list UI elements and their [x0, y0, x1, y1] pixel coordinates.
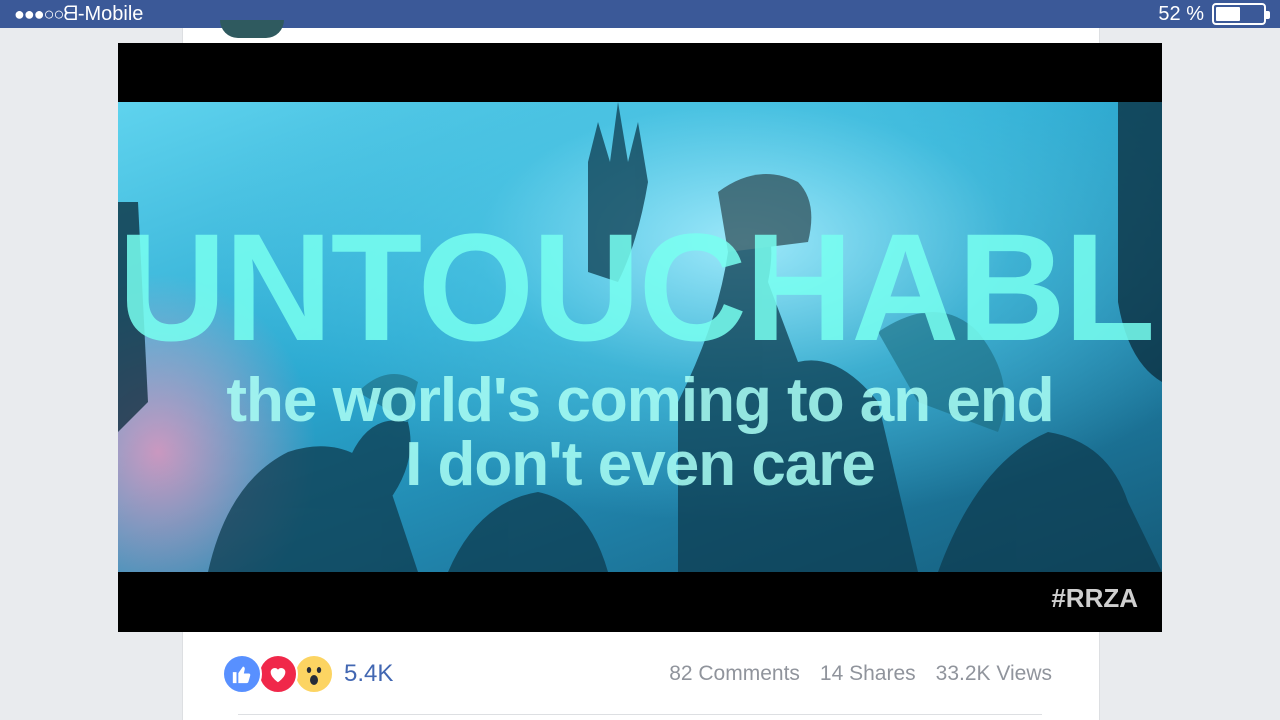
shares-count-link[interactable]: 14 Shares — [820, 662, 916, 686]
battery-icon — [1212, 3, 1270, 25]
reactions-summary[interactable]: 5.4K — [222, 654, 393, 694]
post-footer: 5.4K 82 Comments 14 Shares 33.2K Views — [222, 652, 1052, 696]
love-icon[interactable] — [258, 654, 298, 694]
status-bar: ●●●○○ ᗺ-Mobile 52 % — [0, 0, 1280, 28]
like-icon[interactable] — [222, 654, 262, 694]
battery-level-fill — [1216, 7, 1240, 21]
video-watermark: #RRZA — [1051, 583, 1138, 613]
carrier-name: ᗺ-Mobile — [63, 2, 144, 25]
signal-strength-icon: ●●●○○ — [14, 3, 64, 24]
battery-info: 52 % — [1158, 2, 1270, 26]
video-frame[interactable]: UNTOUCHABLE the world's coming to an end… — [118, 102, 1162, 572]
comments-count-link[interactable]: 82 Comments — [669, 662, 800, 686]
video-player[interactable]: UNTOUCHABLE the world's coming to an end… — [118, 43, 1162, 632]
lyric-line-2: I don't even care — [405, 430, 876, 499]
carrier-info: ●●●○○ ᗺ-Mobile — [14, 3, 143, 26]
divider — [238, 714, 1042, 715]
lyric-line-1: the world's coming to an end — [226, 366, 1054, 435]
reaction-count[interactable]: 5.4K — [344, 660, 393, 688]
post-stats: 82 Comments 14 Shares 33.2K Views — [669, 662, 1052, 686]
battery-percent: 52 % — [1158, 2, 1204, 25]
video-title-text: UNTOUCHABLE — [118, 201, 1162, 373]
views-count: 33.2K Views — [935, 662, 1052, 685]
avatar[interactable] — [220, 20, 284, 38]
wow-icon[interactable] — [294, 654, 334, 694]
